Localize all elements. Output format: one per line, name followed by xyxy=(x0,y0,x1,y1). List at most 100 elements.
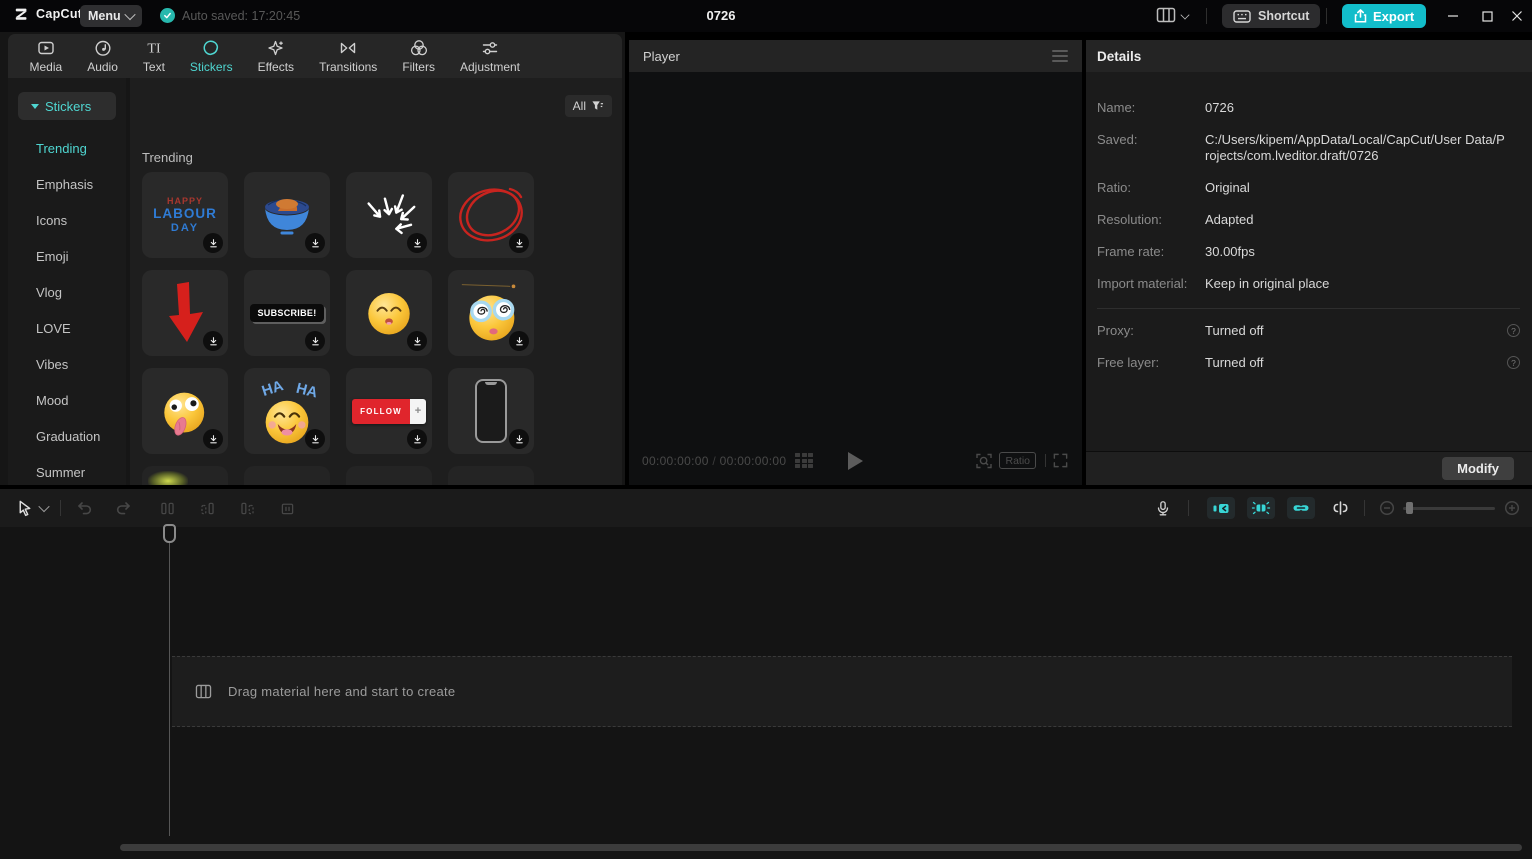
sticker-converging-arrows[interactable] xyxy=(346,172,432,258)
close-button[interactable] xyxy=(1502,0,1532,32)
download-icon[interactable] xyxy=(509,429,529,449)
chevron-down-icon xyxy=(124,9,135,20)
main-track-magnet-icon xyxy=(1212,501,1230,515)
download-icon[interactable] xyxy=(305,429,325,449)
download-icon[interactable] xyxy=(407,233,427,253)
mosaic-grid-icon[interactable] xyxy=(795,453,813,468)
download-icon[interactable] xyxy=(203,429,223,449)
sidebar-item-icons[interactable]: Icons xyxy=(8,202,126,238)
labour-line1: HAPPY xyxy=(153,196,217,206)
frame-fit-icon[interactable] xyxy=(975,452,993,470)
sticker-partial-2[interactable] xyxy=(244,466,330,485)
shortcut-button[interactable]: Shortcut xyxy=(1222,4,1320,28)
tab-audio[interactable]: Audio xyxy=(75,38,131,74)
tab-effects[interactable]: Effects xyxy=(245,38,306,74)
tab-stickers[interactable]: Stickers xyxy=(177,38,245,74)
split-button[interactable] xyxy=(159,500,176,517)
tab-filters[interactable]: Filters xyxy=(390,38,448,74)
group-label: Stickers xyxy=(45,99,91,114)
fullscreen-icon[interactable] xyxy=(1052,452,1069,469)
download-icon[interactable] xyxy=(509,233,529,253)
divider xyxy=(1097,308,1520,309)
detail-row-proxy: Proxy: Turned off xyxy=(1097,323,1520,339)
maximize-button[interactable] xyxy=(1472,0,1502,32)
sidebar-item-emoji[interactable]: Emoji xyxy=(8,238,126,274)
playhead-handle[interactable] xyxy=(163,524,176,543)
sidebar-item-vibes[interactable]: Vibes xyxy=(8,346,126,382)
main-track-magnet-toggle[interactable] xyxy=(1207,497,1235,519)
download-icon[interactable] xyxy=(407,331,427,351)
timeline-dropzone[interactable]: Drag material here and start to create xyxy=(172,656,1512,727)
cursor-tool-dropdown[interactable] xyxy=(40,504,48,512)
undo-button[interactable] xyxy=(75,500,93,516)
sticker-haha-emoji[interactable]: HA HA xyxy=(244,368,330,454)
ratio-button[interactable]: Ratio xyxy=(999,452,1036,469)
sticker-happy-labour-day[interactable]: HAPPY LABOUR DAY xyxy=(142,172,228,258)
sidebar-item-emphasis[interactable]: Emphasis xyxy=(8,166,126,202)
sticker-silly-emoji[interactable] xyxy=(142,368,228,454)
tab-text[interactable]: TI Text xyxy=(130,38,177,74)
sticker-happy-emoji[interactable] xyxy=(346,270,432,356)
preview-axis-button[interactable] xyxy=(1331,500,1350,516)
sticker-subscribe[interactable]: SUBSCRIBE! xyxy=(244,270,330,356)
sticker-dizzy-emoji[interactable] xyxy=(448,270,534,356)
player-menu-icon[interactable] xyxy=(1052,47,1068,64)
haha-right-text: HA xyxy=(294,381,319,402)
redo-button[interactable] xyxy=(115,500,133,516)
timeline-zoom-out-button[interactable] xyxy=(1379,500,1395,516)
link-toggle[interactable] xyxy=(1287,497,1315,519)
player-panel: Player 00:00:00:00 / 00:00:00:00 Ratio xyxy=(629,40,1082,485)
sidebar-item-summer[interactable]: Summer xyxy=(8,454,126,490)
sticker-partial-3[interactable] xyxy=(346,466,432,485)
tab-transitions[interactable]: Transitions xyxy=(307,38,390,74)
zoom-slider-track[interactable] xyxy=(1403,507,1495,510)
sticker-partial-1[interactable] xyxy=(142,466,228,485)
help-icon[interactable] xyxy=(1507,324,1520,337)
layout-panels-button[interactable] xyxy=(1156,7,1189,23)
help-icon[interactable] xyxy=(1507,356,1520,369)
timeline-horizontal-scrollbar[interactable] xyxy=(120,844,1522,851)
delete-left-button[interactable] xyxy=(199,500,216,517)
download-icon[interactable] xyxy=(203,233,223,253)
microphone-icon xyxy=(1154,499,1172,518)
sticker-partial-4[interactable] xyxy=(448,466,534,485)
timeline-zoom-in-button[interactable] xyxy=(1504,500,1520,516)
export-button[interactable]: Export xyxy=(1342,4,1426,28)
download-icon[interactable] xyxy=(509,331,529,351)
delete-button[interactable] xyxy=(279,500,296,517)
sidebar-item-graduation[interactable]: Graduation xyxy=(8,418,126,454)
cursor-tool-button[interactable] xyxy=(16,499,33,517)
divider xyxy=(1206,8,1207,24)
playhead-line[interactable] xyxy=(169,543,170,836)
tab-adjustment[interactable]: Adjustment xyxy=(447,38,532,74)
autosave-status: Auto saved: 17:20:45 xyxy=(160,8,300,23)
player-controls: 00:00:00:00 / 00:00:00:00 Ratio xyxy=(629,447,1082,477)
sidebar-item-love[interactable]: LOVE xyxy=(8,310,126,346)
download-icon[interactable] xyxy=(407,429,427,449)
sidebar-item-mood[interactable]: Mood xyxy=(8,382,126,418)
download-icon[interactable] xyxy=(203,331,223,351)
sticker-red-down-arrow[interactable] xyxy=(142,270,228,356)
play-button[interactable] xyxy=(848,452,863,470)
auto-snap-toggle[interactable] xyxy=(1247,497,1275,519)
minimize-button[interactable] xyxy=(1438,0,1468,32)
filter-all-button[interactable]: All xyxy=(565,95,612,117)
sticker-bowl[interactable] xyxy=(244,172,330,258)
sticker-phone-outline[interactable] xyxy=(448,368,534,454)
detail-label: Proxy: xyxy=(1097,323,1205,339)
record-voiceover-button[interactable] xyxy=(1154,499,1172,518)
timeline-zoom-slider[interactable] xyxy=(1403,502,1495,514)
sidebar-group-stickers[interactable]: Stickers xyxy=(18,92,116,120)
zoom-slider-handle[interactable] xyxy=(1406,502,1413,514)
tab-label: Filters xyxy=(402,60,435,74)
delete-right-button[interactable] xyxy=(239,500,256,517)
download-icon[interactable] xyxy=(305,233,325,253)
sticker-follow-button[interactable]: FOLLOW + xyxy=(346,368,432,454)
sticker-red-circle-scribble[interactable] xyxy=(448,172,534,258)
sidebar-item-vlog[interactable]: Vlog xyxy=(8,274,126,310)
download-icon[interactable] xyxy=(305,331,325,351)
sidebar-item-trending[interactable]: Trending xyxy=(8,130,126,166)
tab-media[interactable]: Media xyxy=(17,38,75,74)
modify-button[interactable]: Modify xyxy=(1442,457,1514,480)
menu-button[interactable]: Menu xyxy=(80,5,142,27)
